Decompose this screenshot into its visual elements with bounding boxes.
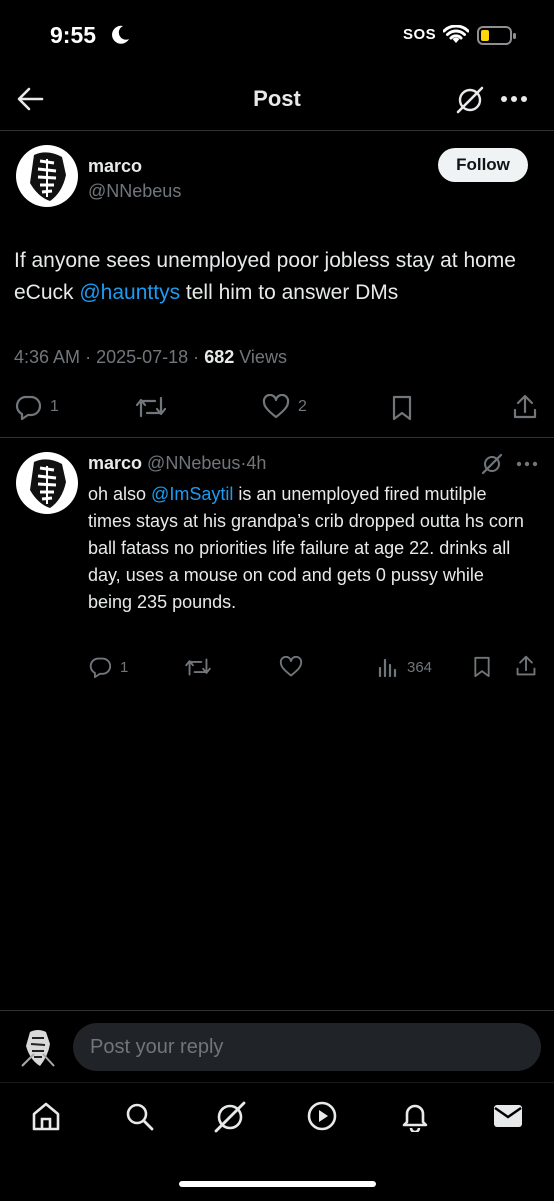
wifi-icon bbox=[443, 25, 469, 43]
reply-icon bbox=[15, 395, 42, 420]
reply-age: 4h bbox=[246, 453, 267, 473]
author-name[interactable]: marco bbox=[88, 156, 142, 177]
bell-icon[interactable] bbox=[399, 1100, 431, 1132]
mail-icon[interactable] bbox=[492, 1103, 524, 1129]
grok-icon[interactable] bbox=[455, 85, 485, 115]
views-count: 682 bbox=[204, 347, 235, 367]
sos-indicator: SOS bbox=[403, 26, 437, 43]
post-time: 4:36 AM bbox=[14, 347, 81, 367]
avatar-image bbox=[30, 459, 66, 508]
repost-icon[interactable] bbox=[184, 656, 212, 678]
reply-button[interactable]: 1 bbox=[88, 656, 128, 678]
header-divider bbox=[0, 130, 554, 131]
battery-icon bbox=[477, 26, 516, 45]
bookmark-icon[interactable] bbox=[390, 394, 414, 422]
avatar[interactable] bbox=[16, 145, 78, 207]
views-label[interactable]: Views bbox=[239, 347, 287, 367]
mention-link[interactable]: @haunttys bbox=[79, 281, 180, 304]
avatar-image bbox=[30, 152, 66, 201]
post-text: If anyone sees unemployed poor jobless s… bbox=[14, 245, 539, 309]
search-icon[interactable] bbox=[123, 1100, 155, 1132]
separator: · bbox=[193, 347, 200, 367]
share-icon[interactable] bbox=[515, 655, 537, 677]
reply-count: 1 bbox=[120, 658, 129, 676]
reply-author-name[interactable]: marco bbox=[88, 453, 142, 473]
reply-author-handle[interactable]: @NNebeus bbox=[147, 453, 240, 473]
reply-text: oh also @ImSaytil is an unemployed fired… bbox=[88, 481, 528, 616]
home-icon[interactable] bbox=[30, 1100, 62, 1132]
reply-count: 1 bbox=[50, 398, 59, 415]
post-divider bbox=[0, 437, 554, 438]
share-icon[interactable] bbox=[512, 394, 538, 420]
like-count: 2 bbox=[298, 398, 307, 415]
views-count: 364 bbox=[407, 658, 433, 676]
more-icon[interactable] bbox=[516, 461, 538, 467]
reply-header: marco @NNebeus·4h bbox=[88, 453, 266, 474]
mention-link[interactable]: @ImSaytil bbox=[151, 484, 233, 504]
play-icon[interactable] bbox=[306, 1100, 338, 1132]
reply-icon bbox=[89, 657, 112, 678]
reply-input[interactable]: Post your reply bbox=[73, 1023, 541, 1071]
author-handle[interactable]: @NNebeus bbox=[88, 181, 181, 202]
composer-divider bbox=[0, 1010, 554, 1011]
views-icon bbox=[378, 658, 397, 678]
grok-icon[interactable] bbox=[213, 1100, 247, 1134]
separator: · bbox=[85, 347, 92, 367]
reply-text-part1: oh also bbox=[88, 484, 152, 504]
avatar[interactable] bbox=[16, 452, 78, 514]
reply-button[interactable]: 1 bbox=[14, 394, 59, 420]
repost-icon bbox=[135, 396, 167, 418]
grok-icon[interactable] bbox=[481, 453, 503, 475]
repost-button[interactable] bbox=[135, 394, 167, 420]
post-date: 2025-07-18 bbox=[96, 347, 189, 367]
like-icon bbox=[262, 394, 290, 419]
views-button[interactable]: 364 bbox=[377, 656, 432, 678]
avatar-image bbox=[21, 1030, 55, 1067]
post-meta: 4:36 AM · 2025-07-18 · 682 Views bbox=[14, 347, 287, 368]
moon-icon bbox=[112, 25, 129, 44]
like-button[interactable]: 2 bbox=[262, 394, 307, 420]
status-time: 9:55 bbox=[50, 22, 97, 48]
composer-avatar[interactable] bbox=[16, 1026, 60, 1070]
post-text-part2: tell him to answer DMs bbox=[180, 281, 399, 304]
like-icon[interactable] bbox=[279, 656, 303, 678]
bookmark-icon[interactable] bbox=[472, 655, 492, 679]
follow-button[interactable]: Follow bbox=[438, 148, 528, 182]
more-icon[interactable] bbox=[500, 95, 528, 103]
home-indicator[interactable] bbox=[179, 1181, 376, 1187]
